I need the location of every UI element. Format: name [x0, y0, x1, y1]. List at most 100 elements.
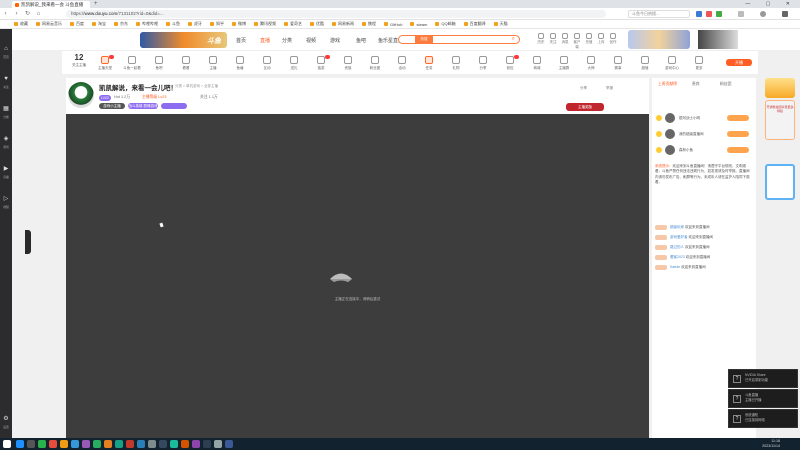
- category-item[interactable]: 大神: [578, 56, 604, 71]
- category-item[interactable]: 贵族: [335, 56, 361, 71]
- nav-link[interactable]: 直播: [260, 37, 270, 44]
- bookmark-item[interactable]: 百度: [70, 21, 84, 27]
- category-item[interactable]: 任务: [416, 56, 442, 71]
- nav-link[interactable]: 游戏: [330, 37, 340, 44]
- category-item[interactable]: 更多: [686, 56, 712, 71]
- home-icon[interactable]: ⌂: [2, 45, 10, 53]
- bookmark-item[interactable]: 京东: [114, 21, 128, 27]
- taskbar-app-icon[interactable]: [137, 440, 145, 448]
- nav-link[interactable]: 视频: [306, 37, 316, 44]
- category-item[interactable]: 送礼: [281, 56, 307, 71]
- live-icon[interactable]: ▶: [2, 165, 10, 173]
- promo-ad[interactable]: [765, 164, 795, 200]
- extension-icon[interactable]: [696, 11, 702, 17]
- category-item[interactable]: 礼物: [443, 56, 469, 71]
- bookmark-item[interactable]: 收藏: [14, 21, 28, 27]
- message-user[interactable]: 看客2023: [670, 255, 685, 259]
- bookmark-item[interactable]: steam: [410, 22, 427, 27]
- bookmark-item[interactable]: 网易云音乐: [36, 21, 62, 27]
- gift-banner[interactable]: 主播奖励: [566, 103, 604, 111]
- taskbar-app-icon[interactable]: [71, 440, 79, 448]
- bookmark-item[interactable]: 斗鱼: [166, 21, 180, 27]
- settings-icon[interactable]: ⚙: [2, 415, 10, 423]
- sidebar-collapse-handle[interactable]: [25, 230, 31, 254]
- follow-icon[interactable]: ♥: [2, 75, 10, 83]
- notification-toast[interactable]: ? 斗鱼直播 主播已开播: [728, 389, 798, 408]
- mascot-banner[interactable]: [698, 30, 738, 49]
- category-icon[interactable]: ▦: [2, 105, 10, 113]
- menu-icon[interactable]: [782, 11, 788, 17]
- header-3-icon[interactable]: 客户端: [572, 33, 582, 50]
- tab-fans[interactable]: 粉丝团: [720, 82, 731, 87]
- tab-vip[interactable]: 贵宾: [692, 82, 700, 87]
- bookmark-item[interactable]: 优酷: [310, 21, 324, 27]
- taskbar-clock[interactable]: 11:18 2023/11/14: [762, 439, 780, 449]
- category-item[interactable]: 互动: [254, 56, 280, 71]
- header-0-icon[interactable]: 历史: [536, 33, 546, 45]
- header-6-icon[interactable]: 创作: [608, 33, 618, 45]
- category-item[interactable]: 赛事: [605, 56, 631, 71]
- category-item[interactable]: 分享: [470, 56, 496, 71]
- video-icon[interactable]: ▷: [2, 195, 10, 203]
- taskbar-app-icon[interactable]: [203, 440, 211, 448]
- bookmark-item[interactable]: 淘宝: [92, 21, 106, 27]
- tab-contribution[interactable]: 上周贡献榜: [658, 82, 677, 87]
- category-item[interactable]: 商城: [524, 56, 550, 71]
- home-icon[interactable]: ⌂: [33, 8, 44, 20]
- breadcrumb[interactable]: 分类 > 单机游戏 > 全部主播: [175, 84, 218, 89]
- video-player[interactable]: 主播正在连接中，请稍后重试: [66, 114, 649, 438]
- taskbar-app-icon[interactable]: [27, 440, 35, 448]
- download-icon[interactable]: [738, 11, 744, 17]
- bookmark-item[interactable]: 腾讯视频: [254, 21, 276, 27]
- message-user[interactable]: Kaede: [670, 265, 680, 269]
- extension-icon[interactable]: [716, 11, 722, 17]
- ad-banner[interactable]: [765, 78, 795, 98]
- rank-row[interactable]: 森林小鱼: [655, 144, 753, 156]
- nav-link[interactable]: 鱼吧: [356, 37, 366, 44]
- header-1-icon[interactable]: 关注: [548, 33, 558, 45]
- nav-link[interactable]: 分类: [282, 37, 292, 44]
- windows-start-icon[interactable]: [3, 440, 11, 448]
- category-item[interactable]: 主播天堂: [92, 55, 118, 71]
- message-user[interactable]: 路过的人: [670, 245, 684, 249]
- bookmark-item[interactable]: 哔哩哔哩: [136, 21, 158, 27]
- bookmark-item[interactable]: 天猫: [494, 21, 508, 27]
- url-bar[interactable]: https://www.douyu.com/7131102?rid=0&did=…: [66, 10, 606, 18]
- taskbar-app-icon[interactable]: [181, 440, 189, 448]
- taskbar-app-icon[interactable]: [170, 440, 178, 448]
- rank-row[interactable]: 银河战士小明: [655, 112, 753, 124]
- header-5-icon[interactable]: 上传: [596, 33, 606, 45]
- new-tab-button[interactable]: +: [94, 0, 98, 8]
- category-item[interactable]: 游戏中心: [659, 56, 685, 71]
- window-controls[interactable]: — ▢ ✕: [745, 0, 797, 8]
- category-item[interactable]: 活动: [389, 56, 415, 71]
- header-4-icon[interactable]: 充值: [584, 33, 594, 45]
- bookmark-item[interactable]: QQ邮箱: [435, 21, 455, 27]
- category-item[interactable]: 看看: [173, 56, 199, 71]
- fan-club-ad[interactable]: 开通粉丝团享受更多特权: [765, 100, 795, 140]
- bookmark-item[interactable]: 虎牙: [188, 21, 202, 27]
- category-item[interactable]: 主播群: [551, 56, 577, 71]
- browser-tab[interactable]: 凯凯解说_我来看一会 斗鱼直播: [12, 1, 90, 8]
- taskbar-app-icon[interactable]: [148, 440, 156, 448]
- hot-search-tag[interactable]: 热搜: [415, 35, 433, 44]
- category-item[interactable]: 超值: [632, 56, 658, 71]
- bookmark-item[interactable]: 爱奇艺: [284, 21, 302, 27]
- search-icon[interactable]: ⌕: [512, 36, 515, 43]
- notification-toast[interactable]: ? 系统通知 已连接到网络: [728, 409, 798, 428]
- nav-link[interactable]: 首页: [236, 37, 246, 44]
- category-item[interactable]: 钱包: [497, 55, 523, 71]
- subscribe-button[interactable]: [161, 103, 187, 109]
- taskbar-app-icon[interactable]: [214, 440, 222, 448]
- profile-icon[interactable]: [760, 11, 766, 17]
- category-item[interactable]: 斗鱼一起看: [119, 56, 145, 71]
- report-link[interactable]: 举报: [606, 86, 613, 91]
- bookmark-item[interactable]: 携程: [362, 21, 376, 27]
- category-item[interactable]: 粉丝团: [362, 56, 388, 71]
- bookmark-item[interactable]: 知乎: [210, 21, 224, 27]
- message-user[interactable]: 超级玩家: [670, 225, 684, 229]
- follow-count[interactable]: 12 关注主播: [66, 53, 92, 68]
- taskbar-app-icon[interactable]: [49, 440, 57, 448]
- forward-icon[interactable]: ›: [11, 8, 22, 20]
- taskbar-app-icon[interactable]: [104, 440, 112, 448]
